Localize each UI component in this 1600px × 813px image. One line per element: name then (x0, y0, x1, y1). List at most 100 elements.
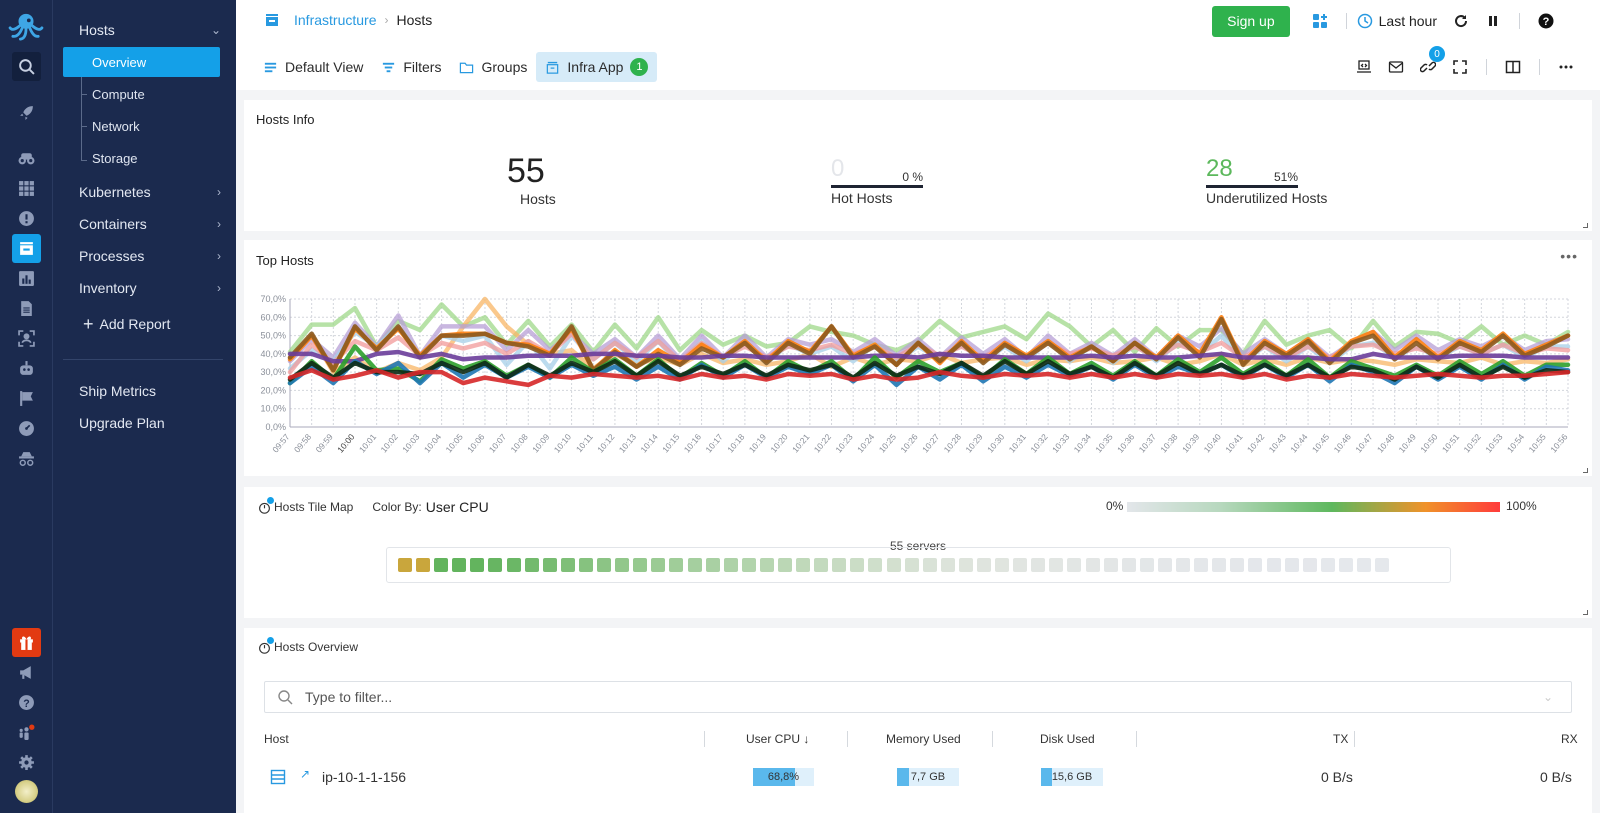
help-icon[interactable]: ? (12, 688, 41, 717)
host-tile[interactable] (1067, 558, 1082, 572)
host-tile[interactable] (651, 558, 666, 572)
color-by-select[interactable]: User CPU (426, 499, 489, 515)
dashboard-gauge-icon[interactable] (12, 414, 41, 443)
robot-icon[interactable] (12, 354, 41, 383)
breadcrumb-infrastructure[interactable]: Infrastructure (294, 12, 376, 28)
host-tile[interactable] (1266, 558, 1281, 572)
nav-sub-compute[interactable]: Compute (63, 79, 220, 109)
host-tile[interactable] (1103, 558, 1118, 572)
host-tile[interactable] (814, 558, 829, 572)
host-tile[interactable] (1139, 558, 1154, 572)
nav-hosts[interactable]: Hosts ⌄ (79, 15, 229, 45)
host-tile[interactable] (1230, 558, 1245, 572)
infrastructure-icon[interactable] (12, 234, 41, 263)
embed-laptop-icon[interactable] (1353, 56, 1375, 78)
nav-upgrade-plan[interactable]: Upgrade Plan (79, 408, 229, 438)
logo-octopus-icon[interactable] (6, 10, 46, 42)
host-tile[interactable] (687, 558, 702, 572)
email-icon[interactable] (1385, 56, 1407, 78)
pause-icon[interactable] (1482, 10, 1504, 32)
host-tile[interactable] (958, 558, 973, 572)
document-icon[interactable] (12, 294, 41, 323)
host-tile[interactable] (1375, 558, 1390, 572)
flag-icon[interactable] (12, 384, 41, 413)
stat-hot-hosts[interactable]: 0 0 % Hot Hosts (831, 155, 923, 206)
groups-button[interactable]: Groups (450, 52, 536, 82)
column-separator[interactable] (704, 731, 705, 747)
nav-processes[interactable]: Processes › (79, 241, 229, 271)
host-tile[interactable] (398, 558, 412, 572)
nav-sub-storage[interactable]: Storage (63, 143, 220, 173)
column-header-user-cpu[interactable]: User CPU ↓ (746, 732, 809, 746)
default-view-button[interactable]: Default View (254, 52, 372, 82)
host-tile[interactable] (723, 558, 738, 572)
host-tile[interactable] (1320, 558, 1335, 572)
host-tile[interactable] (1031, 558, 1046, 572)
more-options-icon[interactable] (1555, 56, 1577, 78)
search-icon[interactable] (12, 52, 41, 81)
host-tile[interactable] (1121, 558, 1136, 572)
host-tile[interactable] (1157, 558, 1172, 572)
stat-underutilized-hosts[interactable]: 28 51% Underutilized Hosts (1206, 155, 1336, 206)
chevron-down-icon[interactable]: ⌄ (1543, 690, 1553, 704)
column-header-rx[interactable]: RX (1561, 732, 1578, 746)
host-tile[interactable] (832, 558, 847, 572)
host-tile[interactable] (995, 558, 1010, 572)
host-tile[interactable] (669, 558, 684, 572)
host-tile[interactable] (922, 558, 937, 572)
settings-icon[interactable] (12, 748, 41, 777)
help-circle-icon[interactable]: ? (1535, 10, 1557, 32)
grid-icon[interactable] (12, 174, 41, 203)
avatar[interactable] (15, 780, 38, 803)
host-tile[interactable] (597, 558, 612, 572)
resize-handle[interactable] (1583, 223, 1588, 228)
host-tile[interactable] (886, 558, 901, 572)
column-header-disk-used[interactable]: Disk Used (1040, 732, 1095, 746)
resize-handle[interactable] (1583, 468, 1588, 473)
rocket-icon[interactable] (12, 98, 41, 127)
host-name[interactable]: ip-10-1-1-156 (322, 769, 406, 785)
host-tile[interactable] (542, 558, 557, 572)
host-tile[interactable] (1085, 558, 1100, 572)
host-tile[interactable] (416, 558, 431, 572)
host-tile[interactable] (1284, 558, 1299, 572)
host-tile[interactable] (1212, 558, 1227, 572)
external-link-icon[interactable]: ↗ (300, 767, 310, 781)
gift-icon[interactable] (12, 628, 41, 657)
host-tile[interactable] (488, 558, 503, 572)
resize-handle[interactable] (1583, 610, 1588, 615)
column-header-host[interactable]: Host (264, 732, 289, 746)
nav-ship-metrics[interactable]: Ship Metrics (79, 376, 229, 406)
column-separator[interactable] (1136, 731, 1137, 747)
filters-button[interactable]: Filters (372, 52, 450, 82)
host-tile[interactable] (633, 558, 648, 572)
nav-sub-network[interactable]: Network (63, 111, 220, 141)
host-tile[interactable] (705, 558, 720, 572)
host-tile[interactable] (470, 558, 485, 572)
infra-app-button[interactable]: Infra App 1 (536, 52, 658, 82)
host-tile[interactable] (434, 558, 449, 572)
column-separator[interactable] (1354, 731, 1355, 747)
column-header-tx[interactable]: TX (1333, 732, 1348, 746)
host-tile[interactable] (1049, 558, 1064, 572)
host-tile[interactable] (578, 558, 593, 572)
host-tile[interactable] (1013, 558, 1028, 572)
host-tile[interactable] (506, 558, 521, 572)
host-tile[interactable] (1248, 558, 1263, 572)
nav-inventory[interactable]: Inventory › (79, 273, 229, 303)
nav-sub-overview[interactable]: Overview (63, 47, 220, 77)
host-tile[interactable] (524, 558, 539, 572)
alert-icon[interactable] (12, 204, 41, 233)
host-tile[interactable] (452, 558, 467, 572)
host-tile[interactable] (1194, 558, 1209, 572)
nav-kubernetes[interactable]: Kubernetes › (79, 177, 229, 207)
split-view-icon[interactable] (1502, 56, 1524, 78)
fullscreen-icon[interactable] (1449, 56, 1471, 78)
host-tile[interactable] (615, 558, 630, 572)
chart-icon[interactable] (12, 264, 41, 293)
megaphone-icon[interactable] (12, 658, 41, 687)
column-header-memory-used[interactable]: Memory Used (886, 732, 961, 746)
link-icon[interactable]: 0 (1417, 46, 1445, 78)
host-tile[interactable] (560, 558, 575, 572)
time-range-picker[interactable]: Last hour (1357, 13, 1437, 29)
